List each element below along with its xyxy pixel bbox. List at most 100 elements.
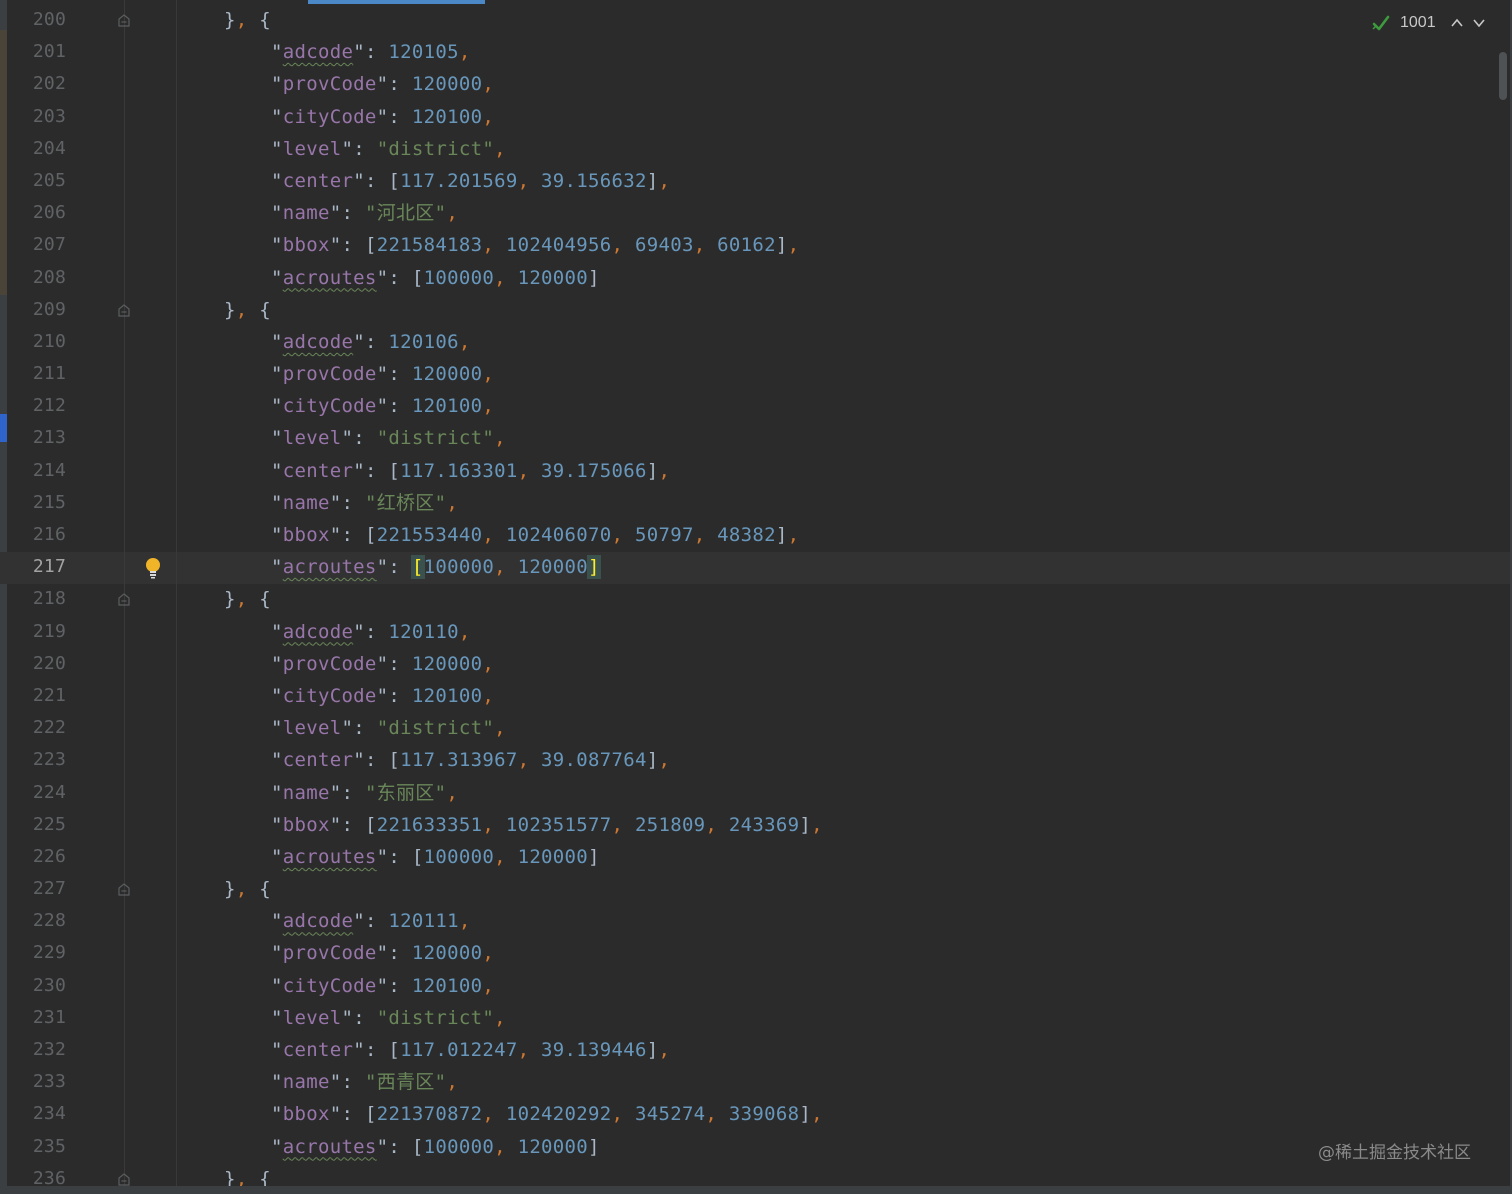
array-value[interactable]: 243369 xyxy=(729,814,799,836)
array-value[interactable]: 39.156632 xyxy=(541,170,647,192)
property-value[interactable]: 120000 xyxy=(412,363,482,385)
line-number[interactable]: 231 xyxy=(0,1002,66,1034)
array-value[interactable]: 102420292 xyxy=(506,1103,612,1125)
property-key[interactable]: "name" xyxy=(271,202,341,224)
code-line[interactable]: 206 "name": "河北区", xyxy=(0,197,1500,229)
json-property[interactable]: "adcode": 120106, xyxy=(271,326,471,358)
property-value[interactable]: 120100 xyxy=(412,975,482,997)
property-value[interactable]: 120000 xyxy=(412,942,482,964)
code-line[interactable]: 231 "level": "district", xyxy=(0,1002,1500,1034)
code-line[interactable]: 228 "adcode": 120111, xyxy=(0,905,1500,937)
code-line[interactable]: 233 "name": "西青区", xyxy=(0,1066,1500,1098)
json-property[interactable]: "level": "district", xyxy=(271,133,506,165)
code-line[interactable]: 210 "adcode": 120106, xyxy=(0,326,1500,358)
array-value[interactable]: 251809 xyxy=(635,814,705,836)
property-key[interactable]: "provCode" xyxy=(271,73,388,95)
check-icon[interactable] xyxy=(1372,15,1390,31)
property-value[interactable]: "district" xyxy=(377,138,494,160)
lightbulb-icon[interactable] xyxy=(144,557,162,579)
property-key[interactable]: "name" xyxy=(271,782,341,804)
line-number[interactable]: 224 xyxy=(0,777,66,809)
line-number[interactable]: 210 xyxy=(0,326,66,358)
code-line[interactable]: 234 "bbox": [221370872, 102420292, 345274… xyxy=(0,1098,1500,1130)
property-value[interactable]: 120100 xyxy=(412,685,482,707)
property-value[interactable]: 120106 xyxy=(388,331,458,353)
property-value[interactable]: 120100 xyxy=(412,395,482,417)
property-key[interactable]: "acroutes" xyxy=(271,1136,388,1158)
property-value[interactable]: "西青区" xyxy=(365,1071,446,1093)
line-number[interactable]: 217 xyxy=(0,551,66,583)
json-property[interactable]: "acroutes": [100000, 120000] xyxy=(271,551,601,583)
code-line[interactable]: 203 "cityCode": 120100, xyxy=(0,101,1500,133)
property-value[interactable]: 120111 xyxy=(388,910,458,932)
line-number[interactable]: 206 xyxy=(0,197,66,229)
code-line[interactable]: 235 "acroutes": [100000, 120000] xyxy=(0,1131,1500,1163)
line-number[interactable]: 220 xyxy=(0,648,66,680)
property-key[interactable]: "cityCode" xyxy=(271,395,388,417)
property-key[interactable]: "adcode" xyxy=(271,910,365,932)
code-line[interactable]: 218}, { xyxy=(0,583,1500,615)
line-number[interactable]: 232 xyxy=(0,1034,66,1066)
json-property[interactable]: "bbox": [221633351, 102351577, 251809, 2… xyxy=(271,809,823,841)
property-key[interactable]: "center" xyxy=(271,749,365,771)
code-editor[interactable]: 200}, {201 "adcode": 120105, 202 "provCode"… xyxy=(0,0,1512,1194)
property-key[interactable]: "level" xyxy=(271,138,353,160)
line-number[interactable]: 213 xyxy=(0,422,66,454)
json-property[interactable]: "acroutes": [100000, 120000] xyxy=(271,262,600,294)
json-property[interactable]: "bbox": [221370872, 102420292, 345274, 3… xyxy=(271,1098,823,1130)
chevron-down-icon[interactable] xyxy=(1472,16,1486,30)
property-key[interactable]: "acroutes" xyxy=(271,556,388,578)
line-number[interactable]: 225 xyxy=(0,809,66,841)
json-property[interactable]: "adcode": 120111, xyxy=(271,905,471,937)
line-number[interactable]: 214 xyxy=(0,455,66,487)
json-property[interactable]: "acroutes": [100000, 120000] xyxy=(271,841,600,873)
code-line[interactable]: 214 "center": [117.163301, 39.175066], xyxy=(0,455,1500,487)
property-key[interactable]: "bbox" xyxy=(271,234,341,256)
json-property[interactable]: "acroutes": [100000, 120000] xyxy=(271,1131,600,1163)
array-value[interactable]: 339068 xyxy=(729,1103,799,1125)
line-number[interactable]: 233 xyxy=(0,1066,66,1098)
code-line[interactable]: 208 "acroutes": [100000, 120000] xyxy=(0,262,1500,294)
json-property[interactable]: "cityCode": 120100, xyxy=(271,390,494,422)
property-key[interactable]: "provCode" xyxy=(271,363,388,385)
property-value[interactable]: "district" xyxy=(377,717,494,739)
line-number[interactable]: 205 xyxy=(0,165,66,197)
line-number[interactable]: 209 xyxy=(0,294,66,326)
line-number[interactable]: 228 xyxy=(0,905,66,937)
code-line[interactable]: 222 "level": "district", xyxy=(0,712,1500,744)
line-number[interactable]: 227 xyxy=(0,873,66,905)
code-line[interactable]: 202 "provCode": 120000, xyxy=(0,68,1500,100)
property-key[interactable]: "adcode" xyxy=(271,331,365,353)
array-value[interactable]: 102404956 xyxy=(506,234,612,256)
code-line[interactable]: 215 "name": "红桥区", xyxy=(0,487,1500,519)
array-value[interactable]: 120000 xyxy=(518,267,588,289)
line-number[interactable]: 208 xyxy=(0,262,66,294)
code-line[interactable]: 216 "bbox": [221553440, 102406070, 50797,… xyxy=(0,519,1500,551)
property-value[interactable]: 120105 xyxy=(388,41,458,63)
json-property[interactable]: "provCode": 120000, xyxy=(271,358,494,390)
array-value[interactable]: 117.201569 xyxy=(400,170,517,192)
code-line[interactable]: 201 "adcode": 120105, xyxy=(0,36,1500,68)
code-line[interactable]: 223 "center": [117.313967, 39.087764], xyxy=(0,744,1500,776)
line-number[interactable]: 229 xyxy=(0,937,66,969)
property-value[interactable]: "河北区" xyxy=(365,202,446,224)
line-number[interactable]: 202 xyxy=(0,68,66,100)
property-value[interactable]: "东丽区" xyxy=(365,782,446,804)
property-key[interactable]: "acroutes" xyxy=(271,267,388,289)
fold-marker-icon[interactable] xyxy=(118,303,130,317)
code-line[interactable]: 200}, { xyxy=(0,4,1500,36)
array-value[interactable]: 221633351 xyxy=(377,814,483,836)
line-number[interactable]: 223 xyxy=(0,744,66,776)
json-property[interactable]: "center": [117.201569, 39.156632], xyxy=(271,165,670,197)
code-line[interactable]: 219 "adcode": 120110, xyxy=(0,616,1500,648)
line-number[interactable]: 203 xyxy=(0,101,66,133)
line-number[interactable]: 221 xyxy=(0,680,66,712)
array-value[interactable]: 39.175066 xyxy=(541,460,647,482)
array-value[interactable]: 39.139446 xyxy=(541,1039,647,1061)
property-key[interactable]: "bbox" xyxy=(271,814,341,836)
json-property[interactable]: "level": "district", xyxy=(271,422,506,454)
json-property[interactable]: "level": "district", xyxy=(271,1002,506,1034)
array-value[interactable]: 221553440 xyxy=(377,524,483,546)
code-line[interactable]: 211 "provCode": 120000, xyxy=(0,358,1500,390)
array-value[interactable]: 221584183 xyxy=(377,234,483,256)
